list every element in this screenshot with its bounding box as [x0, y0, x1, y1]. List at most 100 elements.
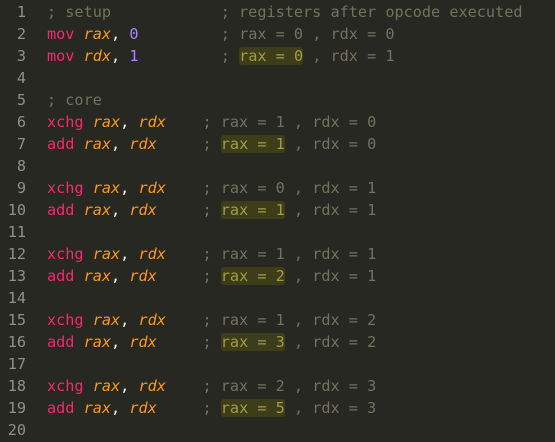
opcode-token: mov [47, 47, 75, 65]
code-line[interactable]: 13 add rax, rdx ; rax = 2 , rdx = 1 [0, 265, 555, 287]
comment-token: ; rax = 1 , rdx = 0 [202, 113, 377, 131]
punctuation-token: , [111, 25, 130, 43]
register-token: rdx [83, 47, 112, 65]
code-line[interactable]: 19 add rax, rdx ; rax = 5 , rdx = 3 [0, 397, 555, 419]
register-token: rdx [129, 201, 157, 219]
comment-token: ; [202, 135, 221, 153]
code-line[interactable]: 1 ; setup ; registers after opcode execut… [0, 1, 555, 23]
register-token: rax [83, 399, 112, 417]
punctuation-token [84, 245, 93, 263]
code-line[interactable]: 2 mov rax, 0 ; rax = 0 , rdx = 0 [0, 23, 555, 45]
comment-token: ; registers after opcode executed [220, 3, 523, 21]
comment-token: ; [202, 333, 221, 351]
punctuation-token [84, 179, 93, 197]
punctuation-token: , [111, 267, 130, 285]
punctuation-token: , [120, 179, 139, 197]
code-line[interactable]: 14 [0, 287, 555, 309]
highlighted-value: rax = 3 [220, 333, 285, 351]
line-content: mov rax, 0 ; rax = 0 , rdx = 0 [47, 23, 395, 45]
line-content: add rax, rdx ; rax = 5 , rdx = 3 [47, 397, 376, 419]
opcode-token: xchg [47, 245, 84, 263]
line-content: add rax, rdx ; rax = 2 , rdx = 1 [47, 265, 376, 287]
code-line[interactable]: 20 [0, 419, 555, 441]
line-content: ; core [47, 89, 102, 111]
punctuation-token [74, 135, 83, 153]
opcode-token: xchg [47, 377, 84, 395]
line-number: 13 [7, 267, 26, 285]
opcode-token: add [47, 201, 75, 219]
line-number: 3 [16, 47, 26, 65]
line-content: ; setup ; registers after opcode execute… [47, 1, 523, 23]
punctuation-token [74, 267, 83, 285]
opcode-token: add [47, 135, 75, 153]
punctuation-token: , [120, 113, 139, 131]
comment-token: ; rax = 1 , rdx = 1 [202, 245, 377, 263]
opcode-token: xchg [47, 179, 84, 197]
line-content: add rax, rdx ; rax = 3 , rdx = 2 [47, 331, 376, 353]
line-number: 10 [7, 201, 26, 219]
line-number: 19 [7, 399, 26, 417]
code-line[interactable]: 16 add rax, rdx ; rax = 3 , rdx = 2 [0, 331, 555, 353]
code-line[interactable]: 10 add rax, rdx ; rax = 1 , rdx = 1 [0, 199, 555, 221]
opcode-token: xchg [47, 113, 84, 131]
punctuation-token [84, 377, 93, 395]
comment-token: ; [220, 47, 240, 65]
comment-token: , rdx = 2 [284, 333, 377, 351]
register-token: rdx [138, 113, 166, 131]
highlighted-value: rax = 0 [239, 47, 304, 65]
code-editor[interactable]: 1 ; setup ; registers after opcode execut… [0, 0, 555, 442]
code-line[interactable]: 9 xchg rax, rdx ; rax = 0 , rdx = 1 [0, 177, 555, 199]
register-token: rdx [129, 399, 157, 417]
opcode-token: mov [47, 25, 75, 43]
line-number: 14 [7, 289, 26, 307]
comment-token: ; core [47, 91, 102, 109]
punctuation-token [74, 201, 83, 219]
code-line[interactable]: 18 xchg rax, rdx ; rax = 2 , rdx = 3 [0, 375, 555, 397]
line-number: 6 [16, 113, 26, 131]
code-line[interactable]: 7 add rax, rdx ; rax = 1 , rdx = 0 [0, 133, 555, 155]
line-content: add rax, rdx ; rax = 1 , rdx = 1 [47, 199, 376, 221]
register-token: rdx [138, 179, 166, 197]
register-token: rax [83, 201, 112, 219]
register-token: rax [83, 25, 112, 43]
highlighted-value: rax = 5 [220, 399, 285, 417]
line-number: 7 [16, 135, 26, 153]
register-token: rax [92, 179, 121, 197]
highlighted-value: rax = 1 [220, 201, 285, 219]
line-number: 11 [7, 223, 26, 241]
code-line[interactable]: 6 xchg rax, rdx ; rax = 1 , rdx = 0 [0, 111, 555, 133]
line-content: xchg rax, rdx ; rax = 1 , rdx = 2 [47, 309, 376, 331]
comment-token: ; [202, 399, 221, 417]
punctuation-token: , [111, 201, 130, 219]
opcode-token: add [47, 333, 75, 351]
punctuation-token: , [111, 47, 130, 65]
line-number: 12 [7, 245, 26, 263]
code-line[interactable]: 12 xchg rax, rdx ; rax = 1 , rdx = 1 [0, 243, 555, 265]
register-token: rax [83, 267, 112, 285]
line-content: xchg rax, rdx ; rax = 1 , rdx = 0 [47, 111, 376, 133]
code-line[interactable]: 15 xchg rax, rdx ; rax = 1 , rdx = 2 [0, 309, 555, 331]
register-token: rdx [129, 135, 157, 153]
code-line[interactable]: 4 [0, 67, 555, 89]
punctuation-token [84, 113, 93, 131]
code-line[interactable]: 17 [0, 353, 555, 375]
code-line[interactable]: 11 [0, 221, 555, 243]
opcode-token: add [47, 399, 75, 417]
register-token: rdx [138, 377, 166, 395]
line-content: xchg rax, rdx ; rax = 0 , rdx = 1 [47, 177, 376, 199]
opcode-token: xchg [47, 311, 84, 329]
code-line[interactable]: 5 ; core [0, 89, 555, 111]
line-number: 1 [16, 3, 26, 21]
punctuation-token: , [111, 399, 130, 417]
punctuation-token: , [120, 377, 139, 395]
comment-token: , rdx = 1 [284, 267, 377, 285]
code-line[interactable]: 3 mov rdx, 1 ; rax = 0 , rdx = 1 [0, 45, 555, 67]
register-token: rdx [129, 333, 157, 351]
code-line[interactable]: 8 [0, 155, 555, 177]
